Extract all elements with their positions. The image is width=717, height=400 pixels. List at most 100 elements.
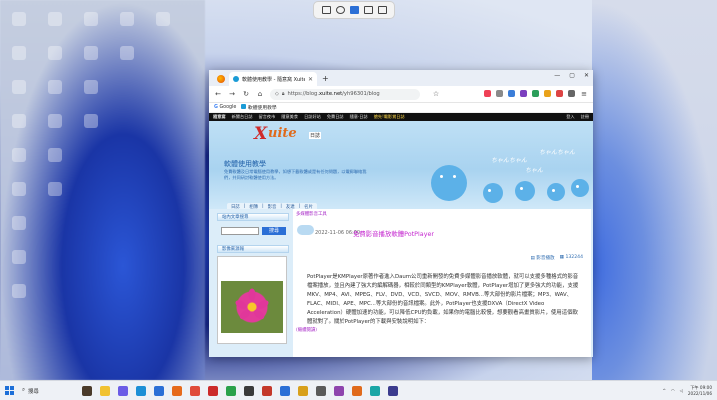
- snap-layout-full-icon[interactable]: [321, 6, 331, 14]
- topbar-link[interactable]: 日誌好站: [304, 114, 321, 120]
- maximize-button[interactable]: ▢: [569, 72, 575, 79]
- desktop-icon[interactable]: [120, 12, 134, 26]
- tab-close-icon[interactable]: ✕: [308, 76, 313, 83]
- home-icon[interactable]: ⌂: [256, 90, 264, 98]
- topbar-link[interactable]: 留言夜市: [259, 114, 276, 120]
- tray-chevron-icon[interactable]: ^: [662, 388, 666, 393]
- desktop-icon[interactable]: [48, 114, 62, 128]
- flower-photo[interactable]: [221, 281, 283, 333]
- chrome-icon[interactable]: [190, 385, 200, 396]
- xuite-logo[interactable]: X: [254, 124, 267, 144]
- search-input[interactable]: [221, 227, 259, 235]
- wifi-icon[interactable]: ◠: [671, 388, 675, 393]
- app-icon[interactable]: [352, 385, 362, 396]
- extension-icon[interactable]: [544, 90, 551, 97]
- google-icon: G: [214, 105, 218, 110]
- download-icon[interactable]: [496, 90, 503, 97]
- bookmark-blog[interactable]: 軟體使用教學: [241, 104, 277, 111]
- firefox-taskbar-icon[interactable]: [172, 385, 182, 396]
- desktop-icon[interactable]: [48, 182, 62, 196]
- snap-layout-grid-icon[interactable]: [363, 6, 373, 14]
- desktop-icon[interactable]: [84, 114, 98, 128]
- app-icon[interactable]: [298, 385, 308, 396]
- forward-arrow-icon[interactable]: →: [228, 90, 236, 98]
- topbar-highlight-link[interactable]: 搶先!電影賞日誌: [374, 114, 405, 120]
- snap-layout-side-icon[interactable]: [377, 6, 387, 14]
- widgets-icon[interactable]: [82, 385, 92, 396]
- extension-icon[interactable]: [532, 90, 539, 97]
- desktop-icon[interactable]: [84, 80, 98, 94]
- clock-time: 下午 09:00: [690, 384, 712, 390]
- extension-icon[interactable]: [556, 90, 563, 97]
- close-window-button[interactable]: ✕: [584, 72, 589, 79]
- site-topbar: 隨意窩 新聞台日誌 留言夜市 隨意美食 日誌好站 免費日誌 隨意·日誌 搶先!電…: [209, 113, 593, 121]
- reload-icon[interactable]: ↻: [242, 90, 250, 98]
- desktop-icon[interactable]: [12, 182, 26, 196]
- post-tag-link[interactable]: ▤ 影音播放: [530, 255, 554, 261]
- chat-icon[interactable]: [118, 385, 128, 396]
- app-icon[interactable]: [370, 385, 380, 396]
- desktop-icon[interactable]: [84, 12, 98, 26]
- read-more-link[interactable]: (繼續閱讀): [296, 327, 317, 333]
- extension-icon[interactable]: [520, 90, 527, 97]
- app-icon[interactable]: [280, 385, 290, 396]
- app-icon[interactable]: [316, 385, 326, 396]
- store-icon[interactable]: [154, 385, 164, 396]
- desktop-icon[interactable]: [12, 80, 26, 94]
- desktop-icon[interactable]: [12, 148, 26, 162]
- taskbar-search[interactable]: ⌕ 搜尋: [22, 387, 74, 395]
- app-icon[interactable]: [208, 385, 218, 396]
- topbar-link[interactable]: 新聞台日誌: [232, 114, 253, 120]
- volume-icon[interactable]: ◁: [680, 388, 683, 393]
- search-button[interactable]: 搜尋: [262, 227, 286, 235]
- topbar-link[interactable]: 隨意·日誌: [350, 114, 368, 120]
- topbar-link[interactable]: 隨意窩: [213, 114, 226, 120]
- pocket-icon[interactable]: [484, 90, 491, 97]
- minimize-button[interactable]: —: [554, 72, 560, 79]
- desktop-icon[interactable]: [12, 250, 26, 264]
- desktop-icon[interactable]: [120, 46, 134, 60]
- back-arrow-icon[interactable]: ←: [214, 90, 222, 98]
- post-title[interactable]: 免費影音播放軟體PotPlayer: [353, 229, 434, 238]
- blog-body: 站內文章搜尋 搜尋 影像來源報 多媒體影音工具 2022-11-06 06:00…: [209, 209, 593, 357]
- desktop-icon[interactable]: [12, 114, 26, 128]
- extension-icon[interactable]: [568, 90, 575, 97]
- desktop-icon[interactable]: [12, 284, 26, 298]
- register-link[interactable]: 註冊: [581, 114, 589, 120]
- new-tab-button[interactable]: +: [317, 72, 334, 86]
- app-icon[interactable]: [244, 385, 254, 396]
- app-icon[interactable]: [226, 385, 236, 396]
- desktop-icon[interactable]: [12, 12, 26, 26]
- extension-icon[interactable]: [508, 90, 515, 97]
- desktop-icon[interactable]: [156, 12, 170, 26]
- tab-blog[interactable]: 軟體使用教學 - 隨意窩 Xuite日誌 ✕: [229, 72, 317, 86]
- desktop-icon[interactable]: [48, 148, 62, 162]
- post-meta: ▤ 影音播放 ▦ 132244: [530, 255, 583, 261]
- windows-start-icon[interactable]: [5, 386, 14, 395]
- snap-layout-center-icon[interactable]: [349, 6, 359, 14]
- topbar-link[interactable]: 隨意美食: [281, 114, 298, 120]
- bookmarks-bar: G Google 軟體使用教學: [209, 103, 593, 113]
- blog-title[interactable]: 軟體使用教學: [224, 159, 266, 169]
- bookmark-star-icon[interactable]: ☆: [432, 90, 440, 98]
- topbar-link[interactable]: 免費日誌: [327, 114, 344, 120]
- edge-icon[interactable]: [136, 385, 146, 396]
- desktop-icon[interactable]: [12, 216, 26, 230]
- desktop-icon[interactable]: [48, 12, 62, 26]
- url-bar[interactable]: ◇ 🔒︎ https://blog.xuite.net/yh96301/blog: [270, 88, 420, 100]
- clock[interactable]: 下午 09:00 2022/11/06: [688, 385, 712, 397]
- desktop-icon[interactable]: [84, 46, 98, 60]
- desktop-icon[interactable]: [48, 46, 62, 60]
- app-icon[interactable]: [388, 385, 398, 396]
- app-icon[interactable]: [334, 385, 344, 396]
- desktop-icon[interactable]: [48, 80, 62, 94]
- firefox-view-button[interactable]: [213, 72, 229, 86]
- desktop-icon[interactable]: [12, 46, 26, 60]
- bookmark-google[interactable]: G Google: [214, 105, 236, 110]
- menu-icon[interactable]: ≡: [580, 90, 588, 98]
- app-icon[interactable]: [262, 385, 272, 396]
- login-link[interactable]: 登入: [566, 114, 574, 120]
- post-category-link[interactable]: 多媒體影音工具: [296, 211, 327, 217]
- file-explorer-icon[interactable]: [100, 385, 110, 396]
- snap-layout-split-icon[interactable]: [335, 6, 345, 14]
